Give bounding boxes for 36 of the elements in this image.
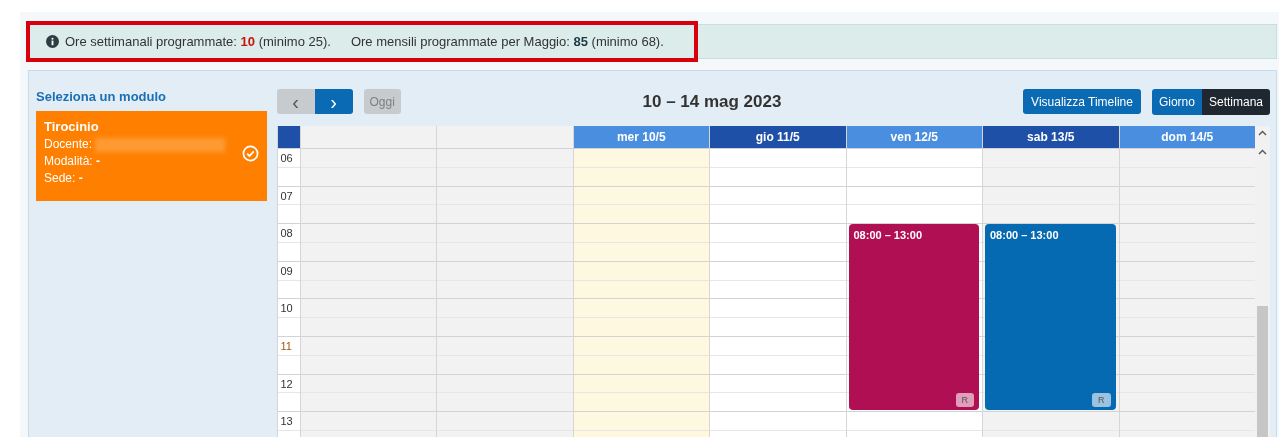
date-range-title: 10 – 14 mag 2023 [641,91,783,112]
module-name: Tirocinio [44,119,100,134]
scrollbar-drawing[interactable] [1255,126,1270,437]
view-tab[interactable]: Settimana [1201,88,1270,115]
day-header: ven 12/5 [846,126,982,148]
hour-label: 08 [279,226,294,240]
day-header: mer 10/5 [573,126,709,148]
timeline-button[interactable]: Visualizza Timeline [1023,89,1141,114]
event-block[interactable]: 08:00 – 13:00 R [848,224,979,411]
hour-label: 06 [279,151,294,164]
previous-button[interactable]: ‹ [276,89,315,114]
event-time: 08:00 – 13:00 [853,229,922,242]
hour-label: 12 [279,376,294,390]
info-icon [46,35,59,48]
hours-summary-text: Ore settimanali programmate: 10 (minimo 25). [65,34,331,49]
hours-summary-text: Ore mensili programmate per Maggio: 85 (minimo 68). [350,34,664,49]
day-header: gio 11/5 [710,126,846,148]
check-circle-icon [241,144,259,162]
event-block[interactable]: 08:00 – 13:00 R [985,224,1116,411]
field-label: Docente: [44,136,93,153]
event-time: 08:00 – 13:00 [990,229,1059,242]
corner-cell [277,126,300,148]
hour-label: 10 [279,301,294,315]
module-field: Sede: - [44,170,83,187]
view-tab[interactable]: Giorno [1151,88,1202,115]
sidebar-title: Seleziona un modulo [36,89,167,106]
next-button[interactable]: › [314,89,353,114]
event-tag: R [955,393,974,408]
hour-label: 07 [279,188,294,202]
module-field: Modalità: - [44,153,101,170]
day-header: sab 13/5 [983,126,1119,148]
hour-label: 13 [279,414,294,428]
hour-label: 11 [279,338,293,352]
event-tag: R [1092,393,1111,408]
day-header: dom 14/5 [1119,126,1255,148]
hour-label: 09 [279,263,294,277]
